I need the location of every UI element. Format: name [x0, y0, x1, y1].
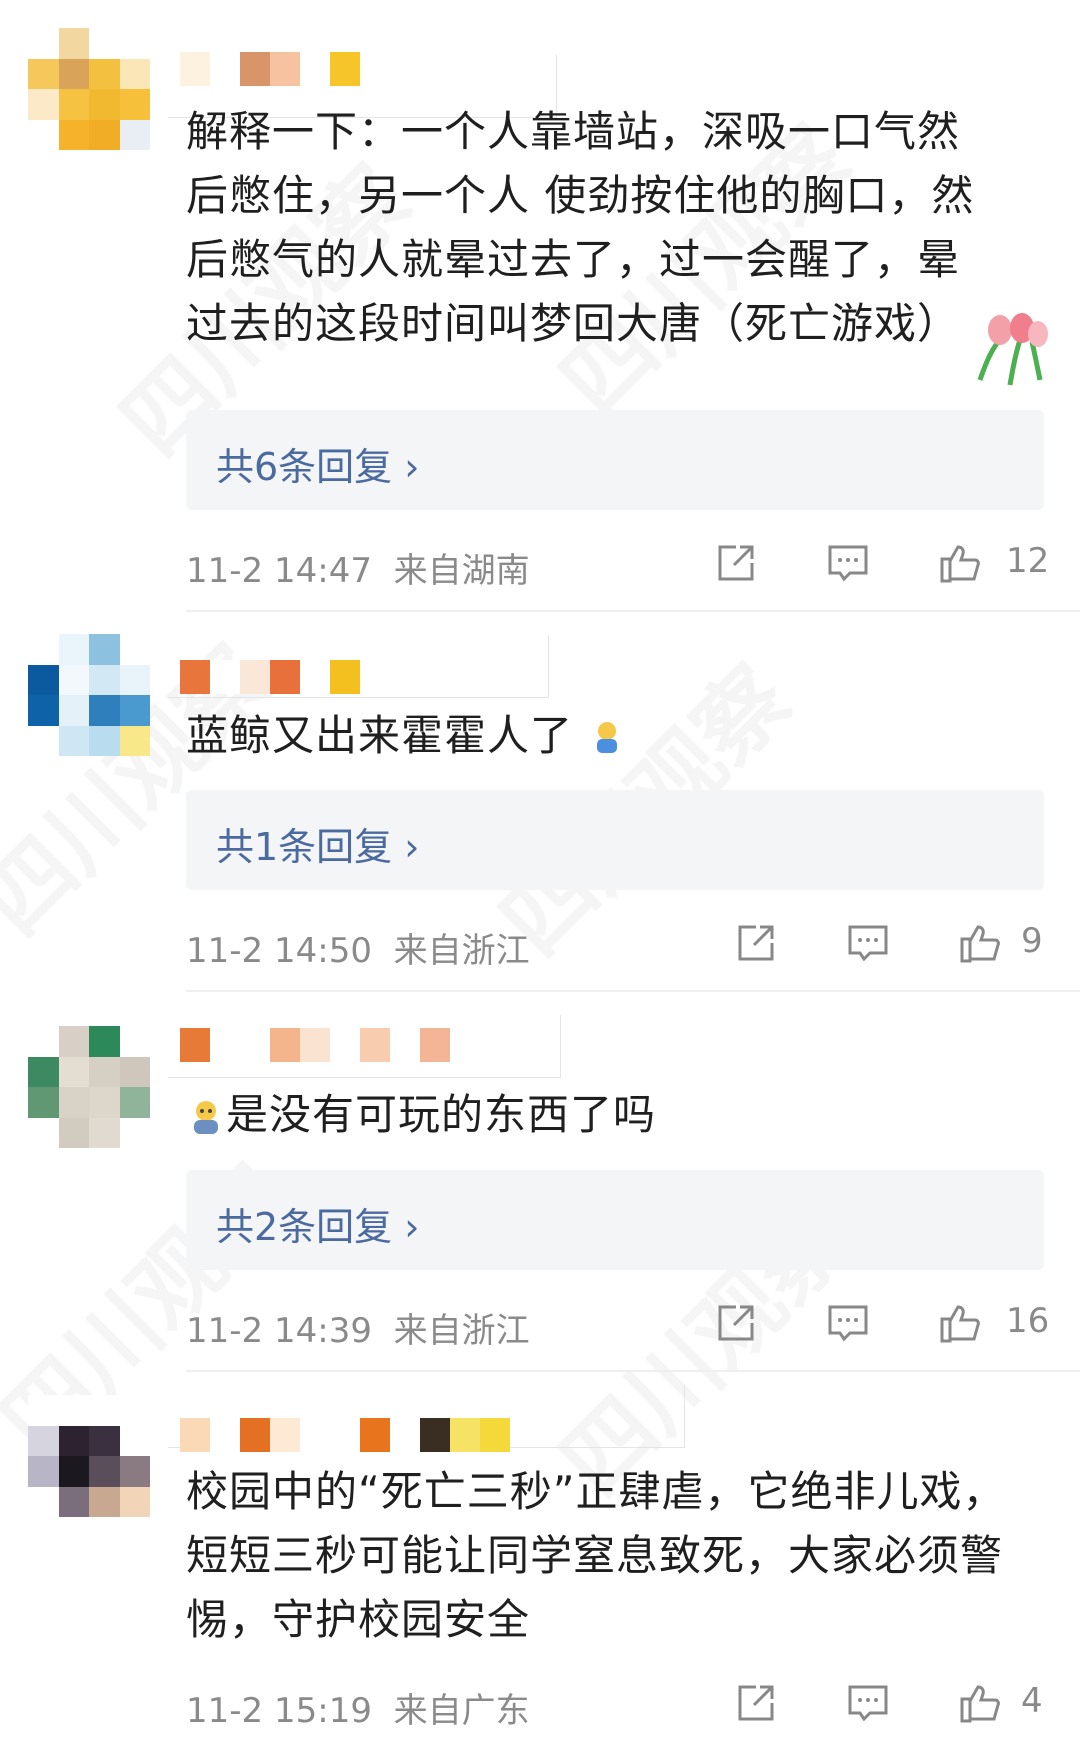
comment-meta: 11-2 14:39 来自浙江 16 [186, 1295, 1049, 1355]
comment-timestamp: 11-2 14:50 来自浙江 [186, 931, 530, 971]
comment-meta: 11-2 14:47 来自湖南 12 [186, 535, 1049, 595]
comment-timestamp: 11-2 15:19 来自广东 [186, 1691, 530, 1731]
share-icon[interactable] [714, 1301, 758, 1345]
view-replies-link[interactable]: 共6条回复 › [216, 436, 419, 491]
comment-icon[interactable] [846, 1681, 890, 1725]
comment-text: 校园中的“死亡三秒”正肆虐，它绝非儿戏， 短短三秒可能让同学窒息致死，大家必须警… [186, 1467, 1006, 1644]
divider [186, 990, 1080, 992]
share-icon[interactable] [714, 541, 758, 585]
username-redacted[interactable] [180, 52, 360, 86]
comment-icon[interactable] [826, 541, 870, 585]
comment-icon[interactable] [846, 921, 890, 965]
like-count: 12 [1006, 541, 1050, 581]
comment-text: 是没有可玩的东西了吗 [186, 1083, 1046, 1147]
avatar[interactable] [28, 634, 150, 756]
replies-panel[interactable]: 共1条回复 › [186, 790, 1044, 890]
avatar[interactable] [28, 1395, 150, 1517]
view-replies-link[interactable]: 共2条回复 › [216, 1196, 419, 1251]
like-count: 4 [1021, 1681, 1043, 1721]
divider [186, 1370, 1080, 1372]
comment-timestamp: 11-2 14:39 来自浙江 [186, 1311, 530, 1351]
thumbs-up-icon[interactable] [958, 921, 1002, 965]
thumbs-up-icon[interactable] [938, 541, 982, 585]
comment-icon[interactable] [826, 1301, 870, 1345]
crying-figure-emoji-icon [194, 1100, 218, 1134]
replies-panel[interactable]: 共6条回复 › [186, 410, 1044, 510]
comment-meta: 11-2 15:19 来自广东 4 [186, 1675, 1044, 1735]
avatar[interactable] [28, 28, 150, 150]
view-replies-link[interactable]: 共1条回复 › [216, 816, 419, 871]
like-count: 16 [1006, 1301, 1050, 1341]
share-icon[interactable] [734, 921, 778, 965]
username-redacted[interactable] [180, 1028, 450, 1062]
blue-figure-emoji-icon [597, 721, 618, 753]
username-redacted[interactable] [180, 1418, 510, 1452]
thumbs-up-icon[interactable] [938, 1301, 982, 1345]
avatar[interactable] [28, 1026, 150, 1148]
tulip-sticker-icon [977, 313, 1048, 386]
comment-timestamp: 11-2 14:47 来自湖南 [186, 551, 530, 591]
comment-meta: 11-2 14:50 来自浙江 9 [186, 915, 1044, 975]
share-icon[interactable] [734, 1681, 778, 1725]
replies-panel[interactable]: 共2条回复 › [186, 1170, 1044, 1270]
divider [186, 610, 1080, 612]
comment-text: 解释一下：一个人靠墙站，深吸一口气然 后憋住，另一个人 使劲按住他的胸口，然 后… [186, 107, 975, 348]
like-count: 9 [1021, 921, 1043, 961]
comment-text: 蓝鲸又出来霍霍人了 [186, 704, 1046, 768]
username-redacted[interactable] [180, 660, 360, 694]
thumbs-up-icon[interactable] [958, 1681, 1002, 1725]
